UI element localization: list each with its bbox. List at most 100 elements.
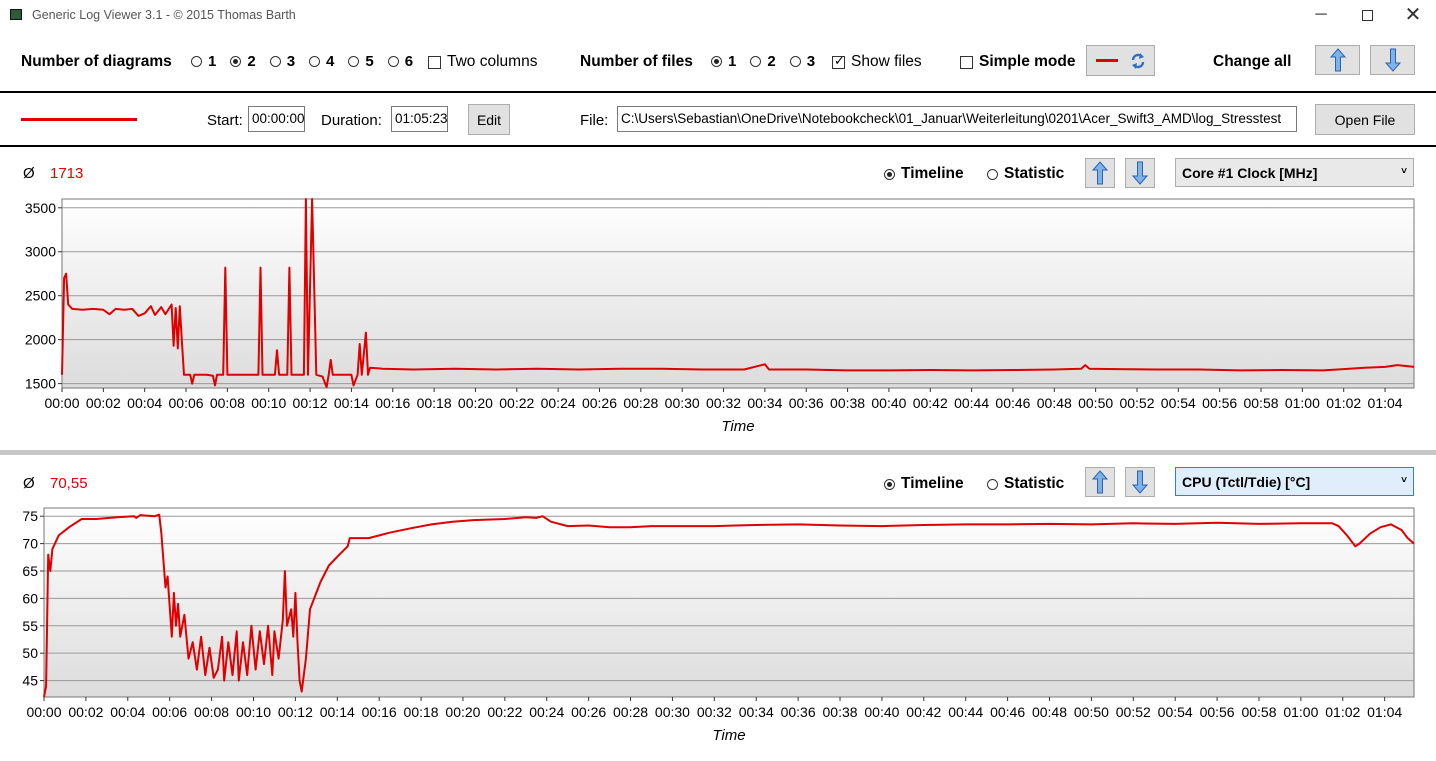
- minimize-button[interactable]: ─: [1298, 0, 1344, 32]
- diagrams-radio-label: 2: [247, 53, 256, 70]
- y-tick-label: 3500: [25, 200, 56, 216]
- x-tick-label: 00:38: [830, 395, 865, 411]
- x-tick-label: 00:30: [655, 704, 690, 720]
- diagrams-radio-3[interactable]: 3: [269, 53, 295, 70]
- x-tick-label: 00:54: [1158, 704, 1193, 720]
- statistic-radio[interactable]: Statistic: [987, 475, 1064, 493]
- start-field[interactable]: 00:00:00: [248, 106, 305, 132]
- x-tick-label: 00:14: [334, 395, 369, 411]
- diagrams-radio-6[interactable]: 6: [387, 53, 414, 70]
- file-path-field[interactable]: C:\Users\Sebastian\OneDrive\Notebookchec…: [617, 106, 1297, 132]
- plot-area: [43, 507, 1415, 698]
- x-tick-label: 00:08: [210, 395, 245, 411]
- number-of-diagrams-label: Number of diagrams: [21, 53, 172, 70]
- average-symbol: Ø: [23, 475, 35, 492]
- diagrams-radio-label: 4: [326, 53, 335, 70]
- timeline-label: Timeline: [901, 165, 964, 182]
- simple-mode-label: Simple mode: [979, 53, 1076, 70]
- x-tick-label: 00:16: [362, 704, 397, 720]
- show-files-checkbox[interactable]: Show files: [832, 53, 922, 71]
- x-tick-label: 00:02: [68, 704, 103, 720]
- number-of-files-label: Number of files: [580, 53, 693, 70]
- files-radio-3[interactable]: 3: [789, 53, 815, 70]
- diagram-panel-2: Ø 70,55 Timeline Statistic CPU (Tctl/Tdi…: [0, 455, 1436, 761]
- timeline-radio[interactable]: Timeline: [884, 165, 964, 183]
- window-title: Generic Log Viewer 3.1 - © 2015 Thomas B…: [32, 8, 296, 22]
- x-tick-label: 00:08: [194, 704, 229, 720]
- series-color-refresh-button[interactable]: [1086, 45, 1155, 76]
- maximize-button[interactable]: [1344, 0, 1390, 32]
- move-up-button[interactable]: [1085, 158, 1115, 188]
- radio-icon: [230, 56, 242, 67]
- divider: [0, 91, 1436, 93]
- x-tick-label: 00:36: [789, 395, 824, 411]
- move-down-button[interactable]: [1125, 467, 1155, 497]
- arrow-down-icon: [1384, 48, 1401, 72]
- x-axis-label: Time: [712, 727, 745, 744]
- x-tick-label: 00:32: [697, 704, 732, 720]
- x-axis-label: Time: [721, 418, 754, 435]
- series-color-swatch: [1095, 59, 1118, 62]
- duration-field[interactable]: 01:05:23: [391, 106, 448, 132]
- simple-mode-checkbox[interactable]: Simple mode: [960, 53, 1075, 71]
- average-symbol: Ø: [23, 165, 35, 182]
- x-tick-label: 00:26: [582, 395, 617, 411]
- radio-icon: [387, 56, 399, 67]
- edit-button[interactable]: Edit: [468, 104, 510, 135]
- diagrams-radio-4[interactable]: 4: [309, 53, 334, 70]
- x-tick-label: 00:28: [613, 704, 648, 720]
- x-tick-label: 00:36: [781, 704, 816, 720]
- x-tick-label: 00:28: [623, 395, 658, 411]
- show-files-label: Show files: [851, 53, 922, 70]
- arrow-up-icon: [1091, 470, 1109, 494]
- radio-icon: [711, 56, 722, 67]
- y-tick-label: 1500: [25, 376, 56, 392]
- x-tick-label: 00:18: [417, 395, 452, 411]
- x-tick-label: 00:12: [293, 395, 328, 411]
- move-down-all-button[interactable]: [1370, 45, 1415, 75]
- diagrams-radio-5[interactable]: 5: [348, 53, 374, 70]
- statistic-radio[interactable]: Statistic: [987, 165, 1064, 183]
- open-file-button[interactable]: Open File: [1315, 104, 1415, 135]
- x-tick-label: 00:06: [169, 395, 204, 411]
- start-label: Start:: [207, 112, 243, 129]
- y-tick-label: 50: [22, 645, 38, 661]
- radio-icon: [191, 56, 202, 67]
- checkbox-icon: [960, 55, 973, 69]
- timeline-label: Timeline: [901, 475, 964, 492]
- close-button[interactable]: ✕: [1390, 0, 1436, 32]
- temperature-chart: 45 50 55 60 65 70 75 00:00 00:02 00:04 00:06 00:08 0…: [22, 507, 1415, 744]
- statistic-label: Statistic: [1004, 165, 1065, 182]
- move-down-button[interactable]: [1125, 158, 1155, 188]
- diagrams-radio-label: 5: [365, 53, 374, 70]
- x-tick-label: 00:06: [152, 704, 187, 720]
- radio-icon: [884, 168, 895, 180]
- x-tick-label: 00:20: [458, 395, 493, 411]
- diagrams-radio-label: 6: [404, 53, 414, 70]
- y-tick-label: 60: [22, 590, 38, 606]
- y-tick-label: 2500: [25, 288, 56, 304]
- files-radio-1[interactable]: 1: [711, 53, 736, 70]
- x-tick-label: 00:44: [948, 704, 983, 720]
- move-up-all-button[interactable]: [1315, 45, 1360, 75]
- x-tick-label: 00:26: [571, 704, 606, 720]
- two-columns-checkbox[interactable]: Two columns: [428, 53, 537, 71]
- files-radio-2[interactable]: 2: [750, 53, 776, 70]
- file-label: File:: [580, 112, 609, 129]
- average-value: 70,55: [50, 475, 88, 492]
- y-tick-label: 55: [22, 618, 38, 634]
- average-value: 1713: [50, 165, 84, 182]
- x-tick-label: 00:10: [236, 704, 271, 720]
- x-tick-label: 00:38: [823, 704, 858, 720]
- x-tick-label: 00:52: [1116, 704, 1151, 720]
- x-tick-label: 01:04: [1367, 704, 1402, 720]
- sensor-select[interactable]: CPU (Tctl/Tdie) [°C] ˅: [1175, 467, 1414, 496]
- x-tick-label: 00:22: [487, 704, 522, 720]
- move-up-button[interactable]: [1085, 467, 1115, 497]
- diagrams-radio-1[interactable]: 1: [191, 53, 216, 70]
- sensor-select[interactable]: Core #1 Clock [MHz] ˅: [1175, 158, 1414, 187]
- timeline-radio[interactable]: Timeline: [884, 475, 964, 493]
- x-tick-label: 00:46: [990, 704, 1025, 720]
- x-tick-label: 00:12: [278, 704, 313, 720]
- diagrams-radio-2[interactable]: 2: [230, 53, 256, 70]
